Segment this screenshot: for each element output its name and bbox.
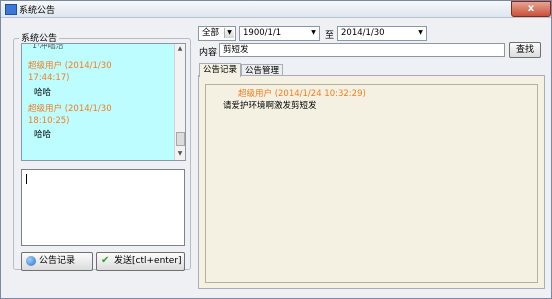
partial-message-text: 1·冲咄洽 xyxy=(32,43,64,50)
search-button-label: 查找 xyxy=(515,45,534,55)
close-button[interactable]: x xyxy=(511,1,551,17)
message-time: 17:44:17) xyxy=(28,73,70,83)
message-scrollbar[interactable]: ▲ ▼ xyxy=(174,44,185,160)
record-body: 请爱护环境啊激发剪短发 xyxy=(223,101,317,111)
scroll-up-icon[interactable]: ▲ xyxy=(176,45,184,53)
records-button[interactable]: 公告记录 xyxy=(21,252,93,271)
date-from-value: 1900/1/1 xyxy=(243,28,282,38)
date-to-picker[interactable]: 2014/1/30 ▼ xyxy=(337,26,427,41)
checkmark-icon: ✔ xyxy=(101,255,110,266)
message-user: 超级用户 (2014/1/30 xyxy=(28,61,112,71)
tab-records-label: 公告记录 xyxy=(202,65,237,75)
chevron-down-icon[interactable]: ▼ xyxy=(309,28,318,38)
message-user: 超级用户 (2014/1/30 xyxy=(28,104,112,114)
text-caret xyxy=(26,174,27,184)
send-button[interactable]: ✔ 发送[ctl+enter] xyxy=(96,252,185,271)
scope-dropdown[interactable]: 全部 ▼ xyxy=(198,26,236,41)
globe-icon xyxy=(26,256,36,266)
date-to-value: 2014/1/30 xyxy=(341,28,385,38)
date-from-picker[interactable]: 1900/1/1 ▼ xyxy=(239,26,320,41)
scroll-down-icon[interactable]: ▼ xyxy=(176,150,184,158)
date-to-label: 至 xyxy=(325,31,335,41)
scope-value: 全部 xyxy=(202,28,220,38)
compose-input[interactable] xyxy=(21,169,185,246)
content-label: 内容 xyxy=(199,48,218,58)
close-icon: x xyxy=(527,3,535,14)
message-time: 18:10:25) xyxy=(28,116,70,126)
send-button-label: 发送[ctl+enter] xyxy=(114,256,182,266)
message-list[interactable]: 1·冲咄洽 超级用户 (2014/1/30 17:44:17) 哈哈 超级用户 … xyxy=(21,43,186,161)
message-body: 哈哈 xyxy=(34,130,52,140)
chevron-down-icon[interactable]: ▼ xyxy=(416,28,425,38)
chevron-down-icon[interactable]: ▼ xyxy=(224,28,234,38)
record-view[interactable]: 超级用户 (2014/1/24 10:32:29) 请爱护环境啊激发剪短发 xyxy=(205,84,538,283)
app-icon xyxy=(5,4,17,15)
content-search-input[interactable]: 剪短发 xyxy=(219,43,505,57)
window-title: 系统公告 xyxy=(19,6,56,16)
message-body: 哈哈 xyxy=(34,88,52,98)
search-button[interactable]: 查找 xyxy=(509,42,541,58)
title-bar[interactable]: 系统公告 x xyxy=(1,1,551,18)
content-search-value: 剪短发 xyxy=(223,45,249,55)
tab-records[interactable]: 公告记录 xyxy=(199,63,241,77)
scroll-thumb[interactable] xyxy=(176,132,185,146)
records-button-label: 公告记录 xyxy=(39,256,76,266)
